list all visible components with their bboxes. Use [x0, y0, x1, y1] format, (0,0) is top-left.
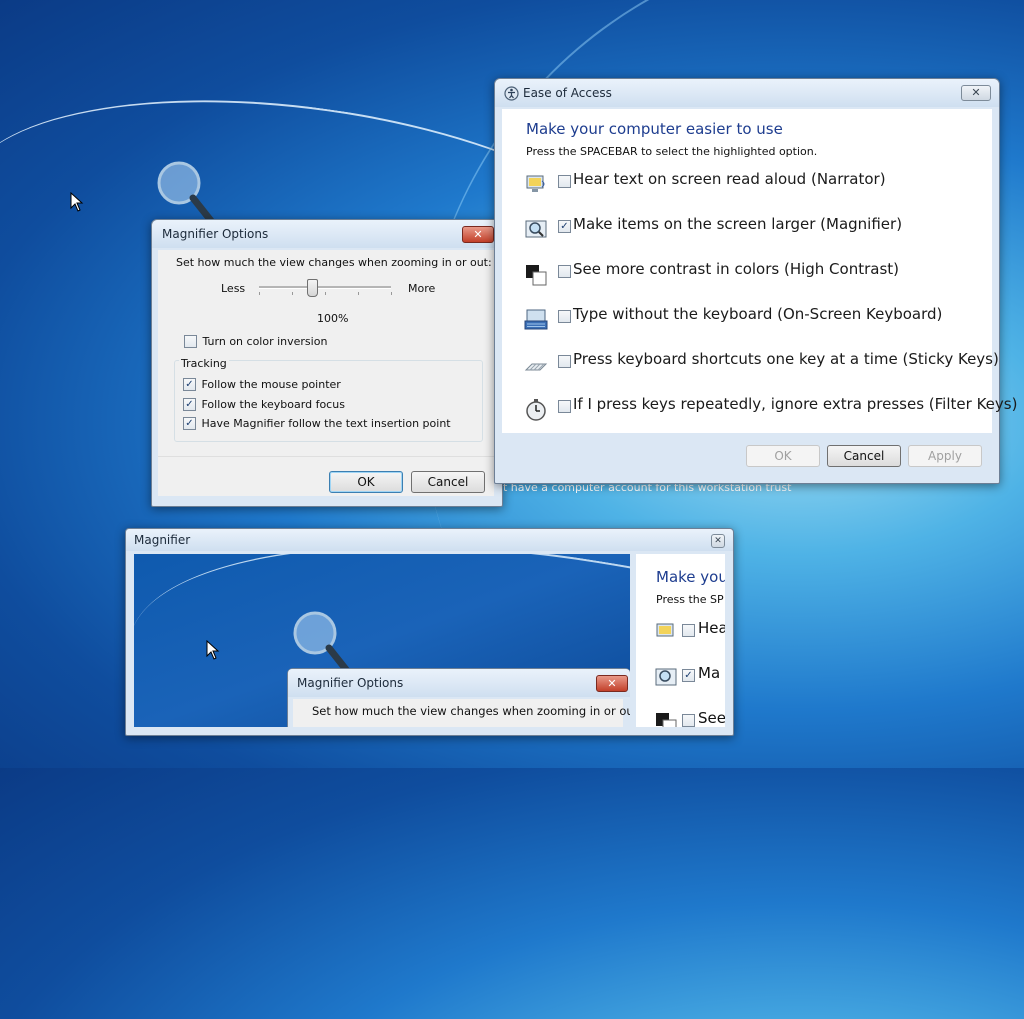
follow-keyboard-option[interactable]: ✓ Follow the keyboard focus	[183, 397, 345, 411]
magnifier-checkbox: ✓	[682, 669, 695, 682]
ease-of-access-title: Ease of Access	[523, 86, 612, 100]
zoom-value: 100%	[317, 312, 349, 325]
magnified-desktop: Magnifier Options ✕ Set how much the vie…	[134, 554, 630, 727]
close-button[interactable]: ✕	[961, 85, 991, 101]
magnifier-icon	[655, 668, 677, 686]
less-label: Less	[221, 282, 246, 295]
magnifier-window: Magnifier ✕ Magnifier Options ✕ Set how …	[125, 528, 734, 736]
follow-mouse-option[interactable]: ✓ Follow the mouse pointer	[183, 377, 341, 391]
magnified-row-contrast: See	[698, 709, 725, 727]
magnified-ease-panel: Make you Press the SP Hea ✓ Ma See	[630, 554, 725, 727]
narrator-checkbox[interactable]	[558, 175, 571, 188]
follow-mouse-label: Follow the mouse pointer	[201, 377, 341, 391]
slider-tick	[259, 292, 260, 295]
narrator-checkbox	[682, 624, 695, 637]
high-contrast-label: See more contrast in colors (High Contra…	[573, 260, 900, 278]
more-label: More	[408, 282, 436, 295]
sticky-keys-checkbox[interactable]	[558, 355, 571, 368]
color-inversion-checkbox[interactable]	[184, 334, 197, 348]
apply-button[interactable]: Apply	[908, 445, 982, 467]
color-inversion-label: Turn on color inversion	[202, 334, 328, 348]
ease-of-access-titlebar[interactable]: Ease of Access ✕	[495, 79, 999, 107]
magnified-options-body: Set how much the view changes when zoomi…	[293, 699, 630, 727]
high-contrast-icon	[656, 713, 677, 727]
ok-button[interactable]: OK	[746, 445, 820, 467]
magnifier-options-body: Set how much the view changes when zoomi…	[158, 250, 494, 496]
magnifier-title: Magnifier	[134, 533, 191, 547]
magnified-row-narrator: Hea	[698, 619, 725, 637]
slider-tick	[391, 292, 392, 295]
magnified-options-title: Magnifier Options	[297, 676, 404, 690]
color-inversion-option[interactable]: Turn on color inversion	[184, 334, 327, 348]
close-icon: ✕	[607, 677, 617, 690]
slider-tick	[358, 292, 359, 295]
magnifier-options-title: Magnifier Options	[162, 227, 269, 241]
filter-keys-checkbox[interactable]	[558, 400, 571, 413]
ok-button[interactable]: OK	[329, 471, 403, 493]
magnified-options-dialog: Magnifier Options ✕ Set how much the vie…	[287, 668, 630, 727]
on-screen-keyboard-icon	[524, 309, 548, 330]
magnifier-icon	[525, 220, 547, 238]
filter-keys-label: If I press keys repeatedly, ignore extra…	[573, 395, 1018, 413]
magnified-row-magnifier: Ma	[698, 664, 721, 682]
close-button[interactable]: ✕	[711, 534, 725, 548]
zoom-slider-track[interactable]	[259, 286, 391, 289]
magnifier-titlebar[interactable]: Magnifier ✕	[126, 529, 733, 551]
narrator-icon	[656, 623, 674, 637]
ease-of-access-body: Make your computer easier to use Press t…	[502, 109, 1017, 433]
mouse-pointer-icon	[206, 640, 220, 660]
close-icon: ✕	[971, 86, 981, 99]
high-contrast-checkbox	[682, 714, 695, 727]
high-contrast-checkbox[interactable]	[558, 265, 571, 278]
tracking-label: Tracking	[179, 357, 229, 370]
magnified-instruction: Set how much the view changes when zoomi…	[312, 704, 630, 718]
follow-text-insertion-option[interactable]: ✓ Have Magnifier follow the text inserti…	[183, 416, 451, 430]
on-screen-keyboard-checkbox[interactable]	[558, 310, 571, 323]
mouse-pointer-icon	[70, 192, 84, 212]
narrator-icon	[526, 175, 545, 192]
magnifier-options-titlebar[interactable]: Magnifier Options ✕	[152, 220, 502, 248]
close-icon: ✕	[596, 675, 628, 692]
cancel-button[interactable]: Cancel	[827, 445, 901, 467]
divider	[158, 456, 494, 457]
sticky-keys-label: Press keyboard shortcuts one key at a ti…	[573, 350, 999, 368]
magnified-ease-heading: Make you	[656, 568, 725, 586]
cancel-button[interactable]: Cancel	[411, 471, 485, 493]
magnifier-options-dialog: Magnifier Options ✕ Set how much the vie…	[151, 219, 503, 507]
follow-keyboard-checkbox[interactable]: ✓	[183, 397, 196, 411]
zoom-slider-thumb[interactable]	[306, 279, 318, 297]
ease-subheading: Press the SPACEBAR to select the highlig…	[526, 145, 818, 158]
slider-tick	[325, 292, 326, 295]
magnifier-label: Make items on the screen larger (Magnifi…	[573, 215, 903, 233]
magnifier-checkbox[interactable]: ✓	[558, 220, 571, 233]
sticky-keys-icon	[524, 363, 548, 371]
ease-of-access-dialog: Ease of Access ✕ Make your computer easi…	[494, 78, 1017, 484]
follow-keyboard-label: Follow the keyboard focus	[201, 397, 345, 411]
close-icon: ✕	[473, 228, 483, 241]
magnified-ease-subheading: Press the SP	[656, 593, 724, 606]
follow-text-insertion-label: Have Magnifier follow the text insertion…	[201, 416, 451, 430]
magnified-options-titlebar: Magnifier Options ✕	[288, 669, 630, 697]
high-contrast-icon	[526, 265, 547, 286]
zoom-instruction: Set how much the view changes when zoomi…	[176, 256, 492, 269]
narrator-label: Hear text on screen read aloud (Narrator…	[573, 170, 886, 188]
close-button[interactable]: ✕	[462, 226, 494, 243]
slider-tick	[292, 292, 293, 295]
magnified-view: Magnifier Options ✕ Set how much the vie…	[134, 554, 725, 727]
magnifier-glass-icon[interactable]	[154, 158, 220, 228]
ease-of-access-icon	[504, 86, 519, 101]
on-screen-keyboard-label: Type without the keyboard (On-Screen Key…	[573, 305, 943, 323]
filter-keys-icon	[526, 399, 546, 421]
close-icon: ✕	[714, 536, 722, 546]
follow-text-insertion-checkbox[interactable]: ✓	[183, 416, 196, 430]
follow-mouse-checkbox[interactable]: ✓	[183, 377, 196, 391]
ease-heading: Make your computer easier to use	[526, 120, 783, 138]
